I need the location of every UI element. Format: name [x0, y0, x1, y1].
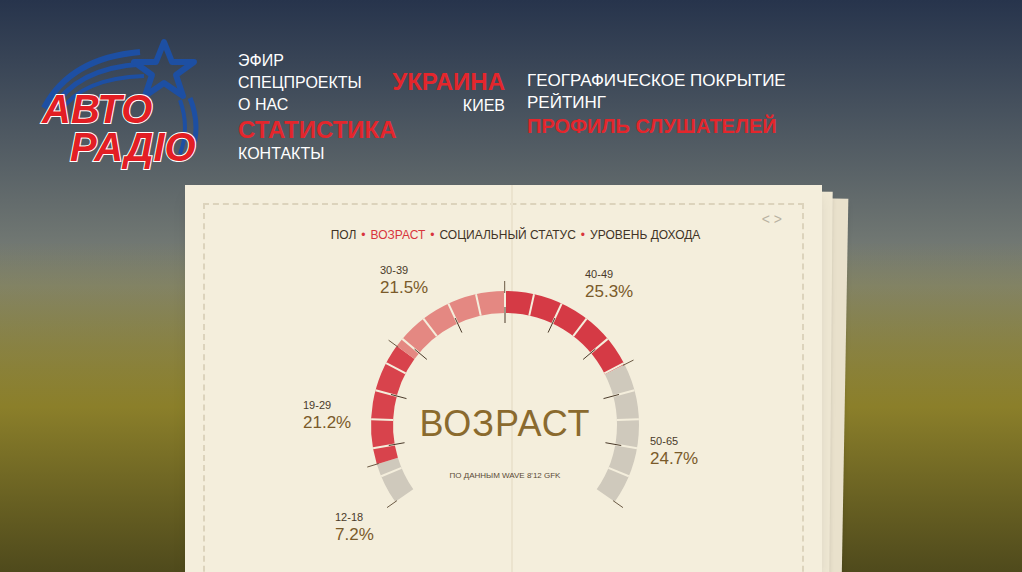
- gauge-label: 40-4925.3%: [585, 268, 633, 302]
- gauge-boundary-tick: [623, 360, 634, 365]
- gauge-separator: [617, 418, 639, 421]
- nav-item[interactable]: КОНТАКТЫ: [238, 143, 388, 165]
- nav-item[interactable]: О НАС: [238, 94, 388, 116]
- gauge-tick: [389, 443, 405, 446]
- gauge-tick: [505, 307, 506, 323]
- age-share: 21.2%: [303, 412, 351, 433]
- gauge-tick: [583, 349, 595, 359]
- age-range: 19-29: [303, 399, 351, 412]
- gauge-tick: [605, 443, 621, 446]
- gauge-center: ВОЗРАСТ ПО ДАННЫМ WAVE 8'12 GFK: [400, 403, 610, 481]
- gauge-separator: [476, 294, 481, 315]
- gauge-separator: [608, 468, 628, 476]
- gauge-tick: [455, 318, 462, 333]
- age-range: 12-18: [335, 511, 374, 524]
- gauge-separator: [386, 363, 406, 373]
- gauge-title: ВОЗРАСТ: [419, 403, 590, 445]
- gauge-label: 19-2921.2%: [303, 399, 351, 433]
- gauge-boundary-tick: [504, 281, 505, 293]
- gauge-separator: [529, 294, 534, 315]
- tab[interactable]: СОЦИАЛЬНЫЙ СТАТУС: [439, 227, 575, 243]
- gauge-boundary-tick: [367, 464, 378, 468]
- tab-separator: •: [430, 227, 434, 243]
- next-arrow-icon[interactable]: >: [774, 209, 782, 230]
- submenu-item[interactable]: ПРОФИЛЬ СЛУШАТЕЛЕЙ: [527, 114, 786, 138]
- gauge-boundary-tick: [613, 501, 623, 508]
- gauge-segment: [406, 302, 505, 353]
- age-gauge: [185, 185, 822, 572]
- age-share: 7.2%: [335, 524, 374, 545]
- gauge-separator: [604, 363, 624, 373]
- logo[interactable]: АВТОРАДІО: [40, 38, 210, 166]
- tab-separator: •: [581, 227, 585, 243]
- gauge-segment: [382, 353, 406, 461]
- stats-card: <> ПОЛ•ВОЗРАСТ•СОЦИАЛЬНЫЙ СТАТУС•УРОВЕНЬ…: [185, 185, 822, 572]
- logo-text: АВТОРАДІО: [40, 90, 196, 166]
- card-border: [203, 203, 804, 572]
- nav-item[interactable]: ЭФИР: [238, 50, 388, 72]
- age-range: 40-49: [585, 268, 633, 281]
- gauge-separator: [573, 319, 586, 336]
- nav-item[interactable]: СТАТИСТИКА: [238, 116, 388, 143]
- gauge-labels: 12-187.2% 19-2921.2% 30-3921.5% 40-4925.3% 5…: [185, 185, 822, 572]
- gauge-label: 50-6524.7%: [650, 435, 698, 469]
- paper-fold: [511, 185, 513, 572]
- age-share: 25.3%: [585, 281, 633, 302]
- header: АВТОРАДІО ЭФИРСПЕЦПРОЕКТЫО НАССТАТИСТИКА…: [0, 0, 1022, 185]
- age-share: 24.7%: [650, 448, 698, 469]
- submenu-item[interactable]: ГЕОГРАФИЧЕСКОЕ ПОКРЫТИЕ: [527, 70, 786, 92]
- gauge-segment: [505, 302, 615, 370]
- pager: <>: [762, 209, 782, 230]
- region-item[interactable]: КИЕВ: [463, 95, 505, 117]
- tab[interactable]: ВОЗРАСТ: [371, 227, 426, 243]
- gauge-separator: [371, 418, 393, 421]
- gauge-tick: [415, 349, 427, 359]
- nav-item[interactable]: СПЕЦПРОЕКТЫ: [238, 72, 388, 94]
- paper-stack: <> ПОЛ•ВОЗРАСТ•СОЦИАЛЬНЫЙ СТАТУС•УРОВЕНЬ…: [185, 185, 822, 572]
- tab[interactable]: ПОЛ: [331, 227, 357, 243]
- logo-line: АВТО: [40, 90, 196, 128]
- gauge-label: 12-187.2%: [335, 511, 374, 545]
- gauge-segment: [606, 370, 628, 496]
- age-range: 30-39: [380, 264, 428, 277]
- gauge-separator: [423, 319, 436, 336]
- logo-line: РАДІО: [40, 128, 196, 166]
- region-item[interactable]: УКРАИНА: [392, 68, 505, 95]
- prev-arrow-icon[interactable]: <: [762, 209, 770, 230]
- gauge-label: 30-3921.5%: [380, 264, 428, 298]
- gauge-tick: [604, 394, 619, 398]
- submenu-item[interactable]: РЕЙТИНГ: [527, 92, 786, 114]
- gauge-segment: [387, 461, 404, 496]
- tab[interactable]: УРОВЕНЬ ДОХОДА: [590, 227, 700, 243]
- sub-nav: ГЕОГРАФИЧЕСКОЕ ПОКРЫТИЕРЕЙТИНГПРОФИЛЬ СЛ…: [527, 38, 786, 185]
- page-background: АВТОРАДІО ЭФИРСПЕЦПРОЕКТЫО НАССТАТИСТИКА…: [0, 0, 1022, 572]
- gauge-boundary-tick: [387, 501, 397, 508]
- tab-separator: •: [361, 227, 365, 243]
- age-share: 21.5%: [380, 277, 428, 298]
- gauge-separator: [381, 468, 401, 476]
- age-range: 50-65: [650, 435, 698, 448]
- tab-bar: ПОЛ•ВОЗРАСТ•СОЦИАЛЬНЫЙ СТАТУС•УРОВЕНЬ ДО…: [185, 185, 822, 243]
- gauge-boundary-tick: [389, 340, 399, 347]
- region-nav: УКРАИНАКИЕВ: [388, 38, 505, 185]
- gauge-tick: [548, 318, 555, 333]
- gauge-tick: [391, 394, 406, 398]
- main-nav: ЭФИРСПЕЦПРОЕКТЫО НАССТАТИСТИКАКОНТАКТЫ: [238, 38, 388, 185]
- gauge-source: ПО ДАННЫМ WAVE 8'12 GFK: [450, 471, 561, 481]
